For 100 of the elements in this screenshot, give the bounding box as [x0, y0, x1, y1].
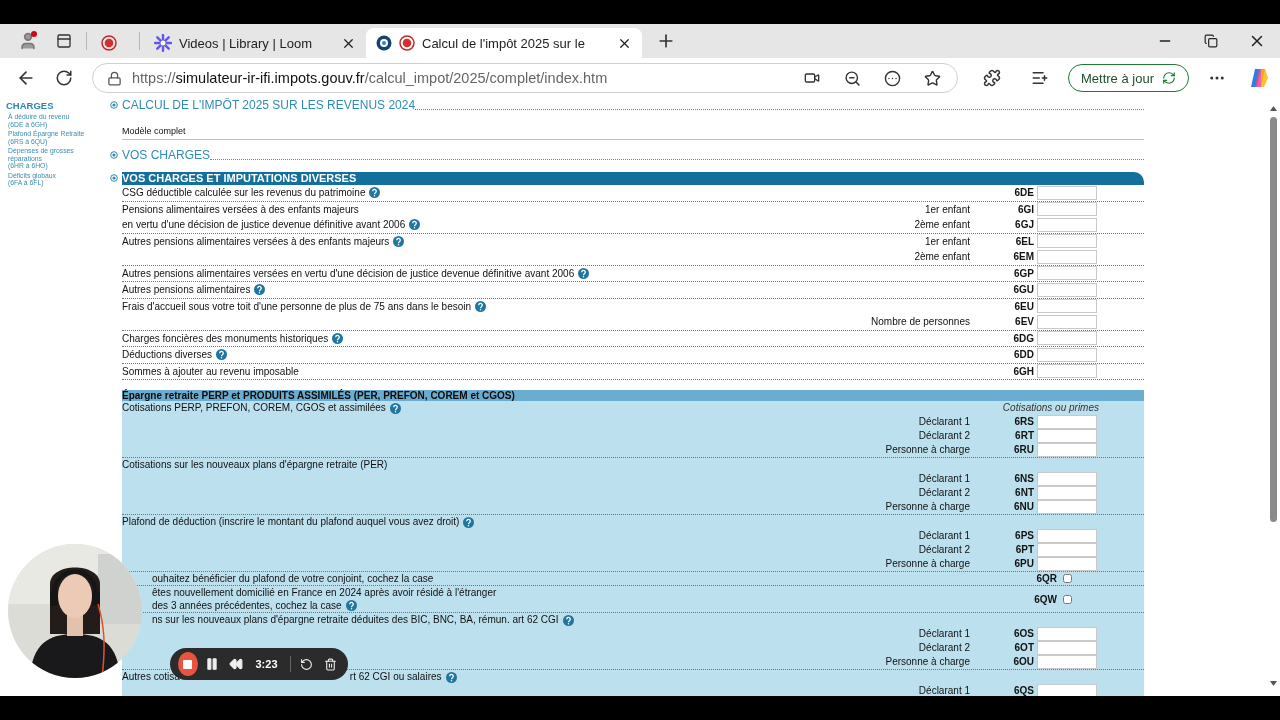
line-label: Déclarant 1 [917, 529, 970, 543]
box-code: 6OT [1013, 641, 1034, 655]
box-code: 6DE [1013, 186, 1034, 200]
field-label: êtes nouvellement domicilié en France en 2024 après avoir résidé à l'étranger [152, 586, 497, 599]
browser-tab[interactable]: Videos | Library | Loom [144, 28, 366, 58]
box-code: 6EL [1014, 234, 1034, 249]
help-icon[interactable] [216, 349, 228, 361]
box-code: 6DG [1012, 331, 1034, 346]
bullet-icon [110, 151, 118, 159]
line-label: Déclarant 2 [917, 429, 970, 443]
field-label: Sommes à ajouter au revenu imposable [122, 364, 299, 379]
amount-field[interactable] [1037, 314, 1097, 329]
update-button[interactable]: Mettre à jour [1068, 64, 1189, 92]
site-icon [376, 35, 392, 51]
section-band: VOS CHARGES ET IMPUTATIONS DIVERSES [122, 172, 1144, 185]
line-label: Personne à charge [884, 557, 970, 571]
field-label: Déductions diverses [122, 348, 213, 362]
line-label: Déclarant 1 [917, 415, 970, 429]
field-label: Cotisations PERP, PREFON, COREM, CGOS et assimilées [122, 401, 386, 415]
scroll-down-icon[interactable] [1269, 681, 1277, 686]
browser-tab[interactable]: Calcul de l'impôt 2025 sur le [366, 28, 642, 58]
amount-field[interactable] [1037, 185, 1097, 200]
box-code: 6PU [1013, 557, 1034, 571]
box-code: 6RS [1013, 415, 1034, 429]
amount-field[interactable] [1037, 299, 1097, 314]
box-code: 6GU [1012, 283, 1034, 297]
help-icon[interactable] [369, 187, 381, 199]
restart-icon[interactable] [299, 657, 313, 671]
checkbox[interactable] [1063, 574, 1072, 583]
amount-field[interactable] [1037, 557, 1097, 571]
amount-field[interactable] [1037, 331, 1097, 346]
amount-field[interactable] [1037, 217, 1097, 232]
help-icon[interactable] [389, 402, 401, 414]
field-label: Plafond de déduction (inscrire le montant du plafond auquel vous avez droit) [122, 515, 460, 529]
amount-field[interactable] [1037, 364, 1097, 379]
amount-field[interactable] [1037, 266, 1097, 281]
box-code: 6QR [1035, 572, 1057, 585]
amount-field[interactable] [1037, 500, 1097, 514]
field-label: Pensions alimentaires versées à des enfants majeurs [122, 202, 359, 217]
line-label: Déclarant 2 [917, 486, 970, 500]
amount-field[interactable] [1037, 282, 1097, 297]
amount-field[interactable] [1037, 684, 1097, 696]
box-code: 6QW [1033, 592, 1057, 606]
help-icon[interactable] [345, 600, 357, 611]
field-label: ns sur les nouveaux plans d'épargne retraite déduites des BIC, BNC, BA, rémun. art 62 CGI [152, 613, 559, 627]
help-icon[interactable] [562, 614, 574, 626]
help-icon[interactable] [578, 267, 590, 279]
field-label: Autres pensions alimentaires versées à des enfants majeurs [122, 234, 390, 249]
section-title[interactable]: VOS CHARGES [122, 148, 211, 162]
amount-field[interactable] [1037, 641, 1097, 655]
box-code: 6NS [1013, 472, 1034, 486]
amount-field[interactable] [1037, 529, 1097, 543]
help-icon[interactable] [445, 671, 457, 683]
field-label: des 3 années précédentes, cochez la case [152, 599, 342, 612]
checkbox[interactable] [1063, 594, 1072, 604]
box-code: 6RU [1013, 443, 1034, 457]
pause-icon[interactable] [204, 657, 219, 671]
box-code: 6GJ [1014, 218, 1034, 232]
sidebar-title: CHARGES [6, 100, 55, 111]
field-label: rt 62 CGI ou salaires [349, 670, 442, 684]
amount-field[interactable] [1037, 443, 1097, 457]
line-label: 1er enfant [923, 234, 970, 249]
box-code: 6OS [1013, 627, 1034, 641]
box-code: 6GH [1012, 364, 1034, 379]
field-label: ouhaitez bénéficier du plafond de votre conjoint, cochez la case [152, 572, 434, 585]
box-code: 6OU [1012, 655, 1034, 669]
amount-field[interactable] [1037, 347, 1097, 362]
amount-field[interactable] [1037, 472, 1097, 486]
amount-field[interactable] [1037, 249, 1097, 264]
field-label: Autres pensions alimentaires [122, 283, 251, 297]
help-icon[interactable] [409, 219, 421, 231]
box-code: 6QS [1013, 684, 1034, 696]
bullet-icon [110, 101, 118, 109]
line-label: 1er enfant [923, 202, 970, 217]
field-label: Cotisations sur les nouveaux plans d'épargne retraite (PER) [122, 458, 388, 472]
lock-icon [107, 70, 122, 86]
flower-icon [154, 34, 172, 52]
model-label: Modèle complet [122, 126, 186, 136]
stop-button[interactable] [178, 652, 198, 676]
trash-icon[interactable] [323, 657, 337, 671]
help-icon[interactable] [332, 332, 344, 344]
rewind-icon[interactable] [228, 657, 243, 671]
amount-field[interactable] [1037, 415, 1097, 429]
box-code: 6EV [1014, 315, 1034, 329]
record-icon [399, 35, 415, 51]
help-icon[interactable] [393, 235, 405, 247]
line-label: Déclarant 1 [917, 684, 970, 696]
line-label: 2ème enfant [913, 250, 970, 264]
amount-field[interactable] [1037, 234, 1097, 249]
help-icon[interactable] [463, 516, 475, 528]
amount-field[interactable] [1037, 486, 1097, 500]
amount-field[interactable] [1037, 543, 1097, 557]
scroll-up-icon[interactable] [1269, 106, 1277, 111]
line-label: Déclarant 2 [917, 543, 970, 557]
help-icon[interactable] [475, 300, 487, 312]
amount-field[interactable] [1037, 429, 1097, 443]
amount-field[interactable] [1037, 627, 1097, 641]
amount-field[interactable] [1037, 655, 1097, 669]
help-icon[interactable] [254, 284, 266, 296]
amount-field[interactable] [1037, 202, 1097, 217]
